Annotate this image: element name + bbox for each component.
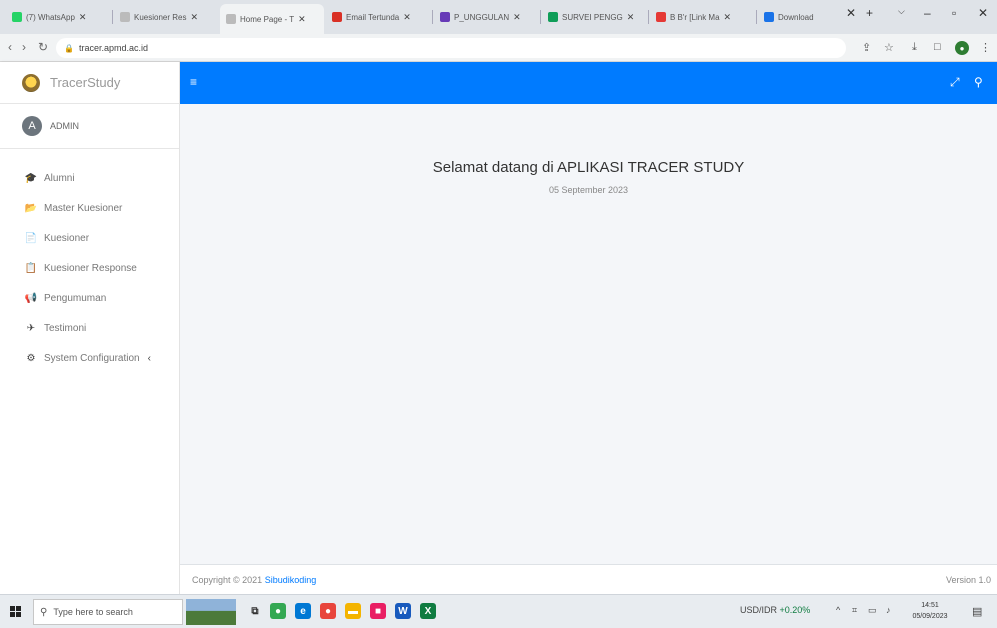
- copyright: Copyright © 2021 Sibudikoding: [192, 575, 317, 585]
- main-content: Selamat datang di APLIKASI TRACER STUDY …: [180, 104, 997, 564]
- weather-widget[interactable]: [186, 599, 236, 625]
- browser-tab-unggulan[interactable]: P_UNGGULAN ✕: [434, 4, 538, 30]
- url-input[interactable]: 🔒 tracer.apmd.ac.id: [56, 38, 846, 58]
- download-icon[interactable]: ⤓: [912, 41, 917, 54]
- avatar: A: [22, 116, 42, 136]
- download-icon: [764, 12, 774, 22]
- close-icon[interactable]: ✕: [724, 12, 732, 23]
- sheets-icon: [548, 12, 558, 22]
- sidebar-menu: 🎓 Alumni 📂 Master Kuesioner 📄 Kuesioner …: [0, 149, 179, 373]
- edge-icon[interactable]: e: [295, 603, 311, 619]
- paper-plane-icon: ✈: [26, 322, 36, 334]
- file-icon: 📄: [24, 232, 38, 244]
- currency-widget[interactable]: USD/IDR +0.20%: [740, 605, 810, 615]
- taskbar-clock[interactable]: 14:51 05/09/2023: [908, 600, 952, 622]
- windows-start-icon[interactable]: [10, 606, 21, 617]
- star-icon[interactable]: ☆: [884, 41, 894, 54]
- close-icon[interactable]: ✕: [403, 12, 411, 23]
- battery-icon[interactable]: ▭: [868, 605, 877, 616]
- sidebar-item-alumni[interactable]: 🎓 Alumni: [0, 163, 179, 193]
- network-icon[interactable]: ⌗: [852, 605, 857, 616]
- taskbar-search-input[interactable]: ⚲ Type here to search: [33, 599, 183, 625]
- page-icon: [226, 14, 236, 24]
- close-icon[interactable]: ✕: [190, 12, 198, 23]
- sidebar-item-pengumuman[interactable]: 📢 Pengumuman: [0, 283, 179, 313]
- hamburger-menu-icon[interactable]: ≡: [190, 75, 197, 89]
- browser-tab-kuesioner[interactable]: Kuesioner Res ✕: [114, 4, 218, 30]
- gmail-icon: [332, 12, 342, 22]
- chevron-down-icon[interactable]: ⌵: [898, 6, 905, 17]
- maximize-icon[interactable]: ▫: [952, 6, 956, 20]
- pdf-icon: [656, 12, 666, 22]
- top-navbar: ≡ ⤢ ⚲: [180, 62, 997, 104]
- more-menu-icon[interactable]: ⋮: [980, 41, 991, 54]
- brand-logo: [22, 73, 40, 92]
- sidebar-item-master-kuesioner[interactable]: 📂 Master Kuesioner: [0, 193, 179, 223]
- browser-tab-email[interactable]: Email Tertunda ✕: [326, 4, 430, 30]
- excel-icon[interactable]: X: [420, 603, 436, 619]
- sidebar-item-kuesioner-response[interactable]: 📋 Kuesioner Response: [0, 253, 179, 283]
- reload-icon[interactable]: ↻: [38, 40, 48, 54]
- word-icon[interactable]: W: [395, 603, 411, 619]
- close-icon[interactable]: ✕: [846, 6, 856, 20]
- page-title: Selamat datang di APLIKASI TRACER STUDY: [432, 159, 745, 176]
- footer: Copyright © 2021 Sibudikoding Version 1.…: [180, 564, 997, 594]
- chevron-left-icon: ‹: [147, 352, 151, 364]
- cogs-icon: ⚙: [26, 352, 36, 364]
- user-panel[interactable]: A ADMIN: [0, 104, 179, 149]
- new-tab-icon[interactable]: +: [866, 6, 873, 20]
- search-icon: ⚲: [40, 606, 48, 618]
- bullhorn-icon: 📢: [24, 292, 38, 304]
- sidebar-item-system-configuration[interactable]: ⚙ System Configuration ‹: [0, 343, 179, 373]
- share-icon[interactable]: ⇪: [862, 41, 871, 54]
- sidepanel-icon[interactable]: □: [934, 41, 941, 53]
- forms-icon: [440, 12, 450, 22]
- browser-tab-strip: (7) WhatsApp ✕ Kuesioner Res ✕ Home Page…: [0, 0, 997, 34]
- close-icon[interactable]: ✕: [298, 14, 306, 25]
- volume-icon[interactable]: ♪: [886, 605, 891, 615]
- address-bar: ‹ › ↻ 🔒 tracer.apmd.ac.id ⇪ ☆ ⤓ □ ● ⋮: [0, 34, 997, 62]
- current-date: 05 September 2023: [548, 185, 629, 195]
- notification-icon[interactable]: ▤: [972, 605, 982, 618]
- forward-icon[interactable]: ›: [22, 40, 26, 54]
- user-icon[interactable]: ⚲: [974, 75, 983, 89]
- file-check-icon: 📋: [24, 262, 38, 274]
- close-icon[interactable]: ✕: [513, 12, 521, 23]
- close-icon[interactable]: ✕: [627, 12, 635, 23]
- browser-tab-link[interactable]: B B'r [Link Ma ✕: [650, 4, 754, 30]
- page-icon: [120, 12, 130, 22]
- browser-tab-download[interactable]: Download: [758, 4, 844, 30]
- folder-open-icon: 📂: [24, 202, 38, 214]
- tray-chevron-up-icon[interactable]: ^: [836, 605, 840, 615]
- fullscreen-icon[interactable]: ⤢: [950, 75, 960, 90]
- file-explorer-icon[interactable]: ▬: [345, 603, 361, 619]
- firefox-icon[interactable]: ●: [320, 603, 336, 619]
- username: ADMIN: [50, 121, 79, 131]
- whatsapp-icon: [12, 12, 22, 22]
- author-link[interactable]: Sibudikoding: [265, 575, 317, 585]
- store-icon[interactable]: ■: [370, 603, 386, 619]
- minimize-icon[interactable]: –: [924, 6, 931, 20]
- browser-tab-home[interactable]: Home Page - T ✕: [220, 4, 324, 34]
- browser-tab-survei[interactable]: SURVEI PENGG ✕: [542, 4, 646, 30]
- profile-avatar[interactable]: ●: [955, 41, 969, 55]
- close-window-icon[interactable]: ✕: [978, 6, 988, 20]
- sidebar: TracerStudy A ADMIN 🎓 Alumni 📂 Master Ku…: [0, 62, 180, 594]
- lock-icon: 🔒: [64, 43, 74, 53]
- chrome-icon[interactable]: ●: [270, 603, 286, 619]
- brand-link[interactable]: TracerStudy: [0, 62, 179, 104]
- back-icon[interactable]: ‹: [8, 40, 12, 54]
- task-view-icon[interactable]: ⧉: [247, 603, 263, 619]
- close-icon[interactable]: ✕: [79, 12, 87, 23]
- windows-taskbar: ⚲ Type here to search ⧉ ● e ● ▬ ■ W X US…: [0, 594, 997, 628]
- version: Version 1.0: [945, 575, 991, 585]
- sidebar-item-testimoni[interactable]: ✈ Testimoni: [0, 313, 179, 343]
- graduation-cap-icon: 🎓: [24, 172, 38, 184]
- sidebar-item-kuesioner[interactable]: 📄 Kuesioner: [0, 223, 179, 253]
- browser-tab-whatsapp[interactable]: (7) WhatsApp ✕: [6, 4, 110, 30]
